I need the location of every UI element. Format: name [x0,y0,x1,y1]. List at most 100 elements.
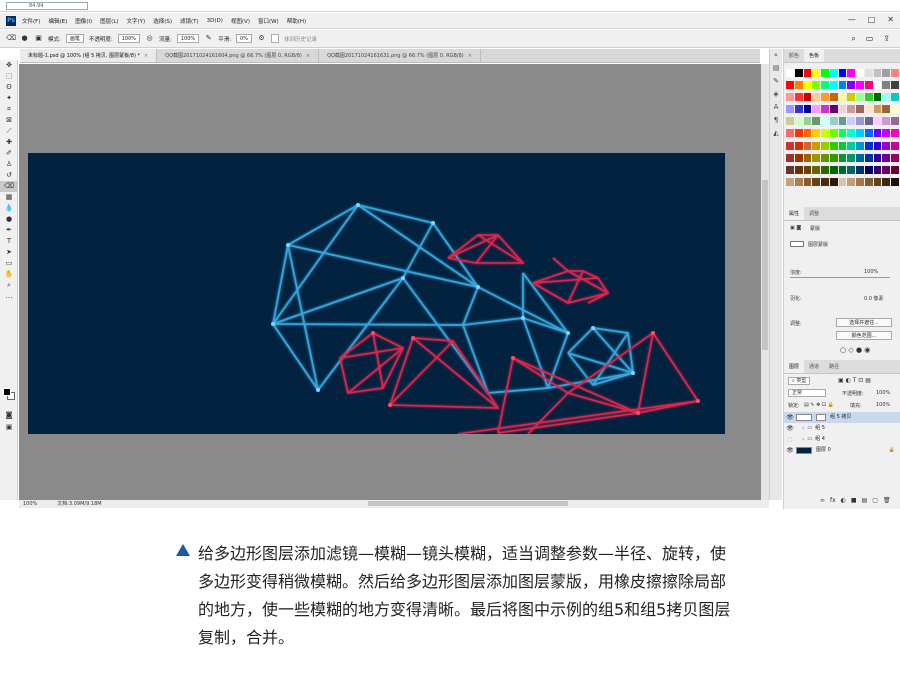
tab-swatches[interactable]: 色板 [804,49,825,62]
color-swatch[interactable] [821,153,829,162]
color-swatch[interactable] [847,93,856,102]
color-swatch[interactable] [873,69,882,77]
color-swatch[interactable] [838,69,847,77]
color-swatch[interactable] [829,81,838,90]
type-tool-icon[interactable]: T [0,236,18,247]
group-expand-icon[interactable]: › [802,434,804,445]
color-swatch[interactable] [864,129,873,138]
color-swatch[interactable] [794,141,803,150]
vertical-scrollbar[interactable] [761,64,769,500]
menu-file[interactable]: 文件(F) [22,17,40,25]
color-swatch[interactable] [882,153,891,162]
color-swatch[interactable] [794,81,803,90]
color-swatch[interactable] [856,69,864,77]
clone-source-icon[interactable]: ◈ [770,88,782,101]
color-swatch[interactable] [847,165,856,174]
color-swatch[interactable] [829,69,838,77]
color-swatch[interactable] [873,165,882,174]
color-swatch[interactable] [812,177,821,186]
frame-tool-icon[interactable]: ⊠ [0,115,18,126]
link-layers-icon[interactable]: ∞ [820,497,825,504]
opacity-field[interactable]: 100% [117,34,141,43]
menu-filter[interactable]: 滤镜(T) [180,17,199,25]
layer-name[interactable]: 图层 0 [816,445,831,456]
color-swatch[interactable] [786,177,794,186]
flow-field[interactable]: 100% [176,34,200,43]
paragraph-icon[interactable]: ¶ [770,114,782,127]
color-swatch[interactable] [873,117,882,126]
fx-icon[interactable]: fx [830,497,836,504]
color-swatch[interactable] [873,177,882,186]
tab-channels[interactable]: 通道 [804,360,824,373]
tab-properties[interactable]: 属性 [784,207,805,220]
color-swatch[interactable] [786,117,794,126]
color-swatch[interactable] [864,105,873,114]
layer-row[interactable]: 👁 图层 0 🔒 [784,445,900,456]
color-swatch[interactable] [882,129,891,138]
color-swatch[interactable] [812,105,821,114]
color-swatch[interactable] [882,81,891,90]
menu-type[interactable]: 文字(Y) [127,17,146,25]
color-swatch[interactable] [873,129,882,138]
color-swatch[interactable] [794,105,803,114]
color-swatch[interactable] [856,141,864,150]
color-swatch[interactable] [821,105,829,114]
color-swatch[interactable] [821,81,829,90]
color-swatch[interactable] [821,129,829,138]
history-brush-tool-icon[interactable]: ↺ [0,170,18,181]
scroll-thumb[interactable] [762,180,768,350]
group-expand-icon[interactable]: › [802,423,804,434]
marquee-tool-icon[interactable]: ⬚ [0,71,18,82]
layer-name[interactable]: 组 5 [815,423,825,434]
tab-doc-3[interactable]: QQ截图20171024161631.png @ 66.7% (图层 0, RG… [319,49,481,62]
color-swatch[interactable] [838,141,847,150]
workspace-icon[interactable]: ▭ [866,34,874,44]
color-swatch[interactable] [891,129,899,138]
pen-tool-icon[interactable]: ✒ [0,225,18,236]
color-swatch[interactable] [864,141,873,150]
color-swatch[interactable] [794,93,803,102]
color-swatch[interactable] [829,141,838,150]
color-swatch[interactable] [803,129,812,138]
menu-layer[interactable]: 图层(L) [100,17,118,25]
path-select-tool-icon[interactable]: ➤ [0,247,18,258]
menu-image[interactable]: 图像(I) [75,17,92,25]
zoom-level[interactable]: 100% [23,500,37,508]
color-swatch[interactable] [847,117,856,126]
brush-panel-icon[interactable]: ▣ [34,34,43,43]
color-swatch[interactable] [821,177,829,186]
brush-tool-icon[interactable]: ✐ [0,148,18,159]
color-swatch[interactable] [873,81,882,90]
color-swatch[interactable] [891,141,899,150]
color-swatch[interactable] [891,81,899,90]
minimize-button[interactable]: — [848,15,856,24]
dodge-tool-icon[interactable]: ● [0,214,18,225]
search-icon[interactable]: ⌕ [851,34,855,44]
color-swatch[interactable] [812,141,821,150]
color-swatch[interactable] [864,153,873,162]
color-swatch[interactable] [829,93,838,102]
document-canvas[interactable] [28,153,725,434]
quick-mask-icon[interactable]: ◙ [0,410,18,421]
color-swatch[interactable] [838,81,847,90]
blur-tool-icon[interactable]: 💧 [0,203,18,214]
color-swatch[interactable] [847,69,856,77]
menu-edit[interactable]: 编辑(E) [48,17,67,25]
color-swatch[interactable] [812,129,821,138]
color-swatch[interactable] [803,117,812,126]
adjustment-layer-icon[interactable]: ◐ [841,497,846,504]
color-swatch[interactable] [838,117,847,126]
collapse-icon[interactable]: « [770,49,782,62]
layer-row[interactable]: ▢ › ▭ 组 4 [784,434,900,445]
color-swatch[interactable] [873,153,882,162]
foreground-color-swatch[interactable] [3,388,11,396]
color-swatch[interactable] [786,93,794,102]
color-swatch[interactable] [882,69,891,77]
airbrush-icon[interactable]: ✎ [204,34,213,43]
color-swatch[interactable] [891,177,899,186]
color-swatch[interactable] [882,117,891,126]
filter-icons[interactable]: ▣ ◐ T ⊡ ▤ [838,377,871,384]
smooth-field[interactable]: 0% [236,34,252,43]
color-swatch[interactable] [803,165,812,174]
color-swatch[interactable] [856,117,864,126]
